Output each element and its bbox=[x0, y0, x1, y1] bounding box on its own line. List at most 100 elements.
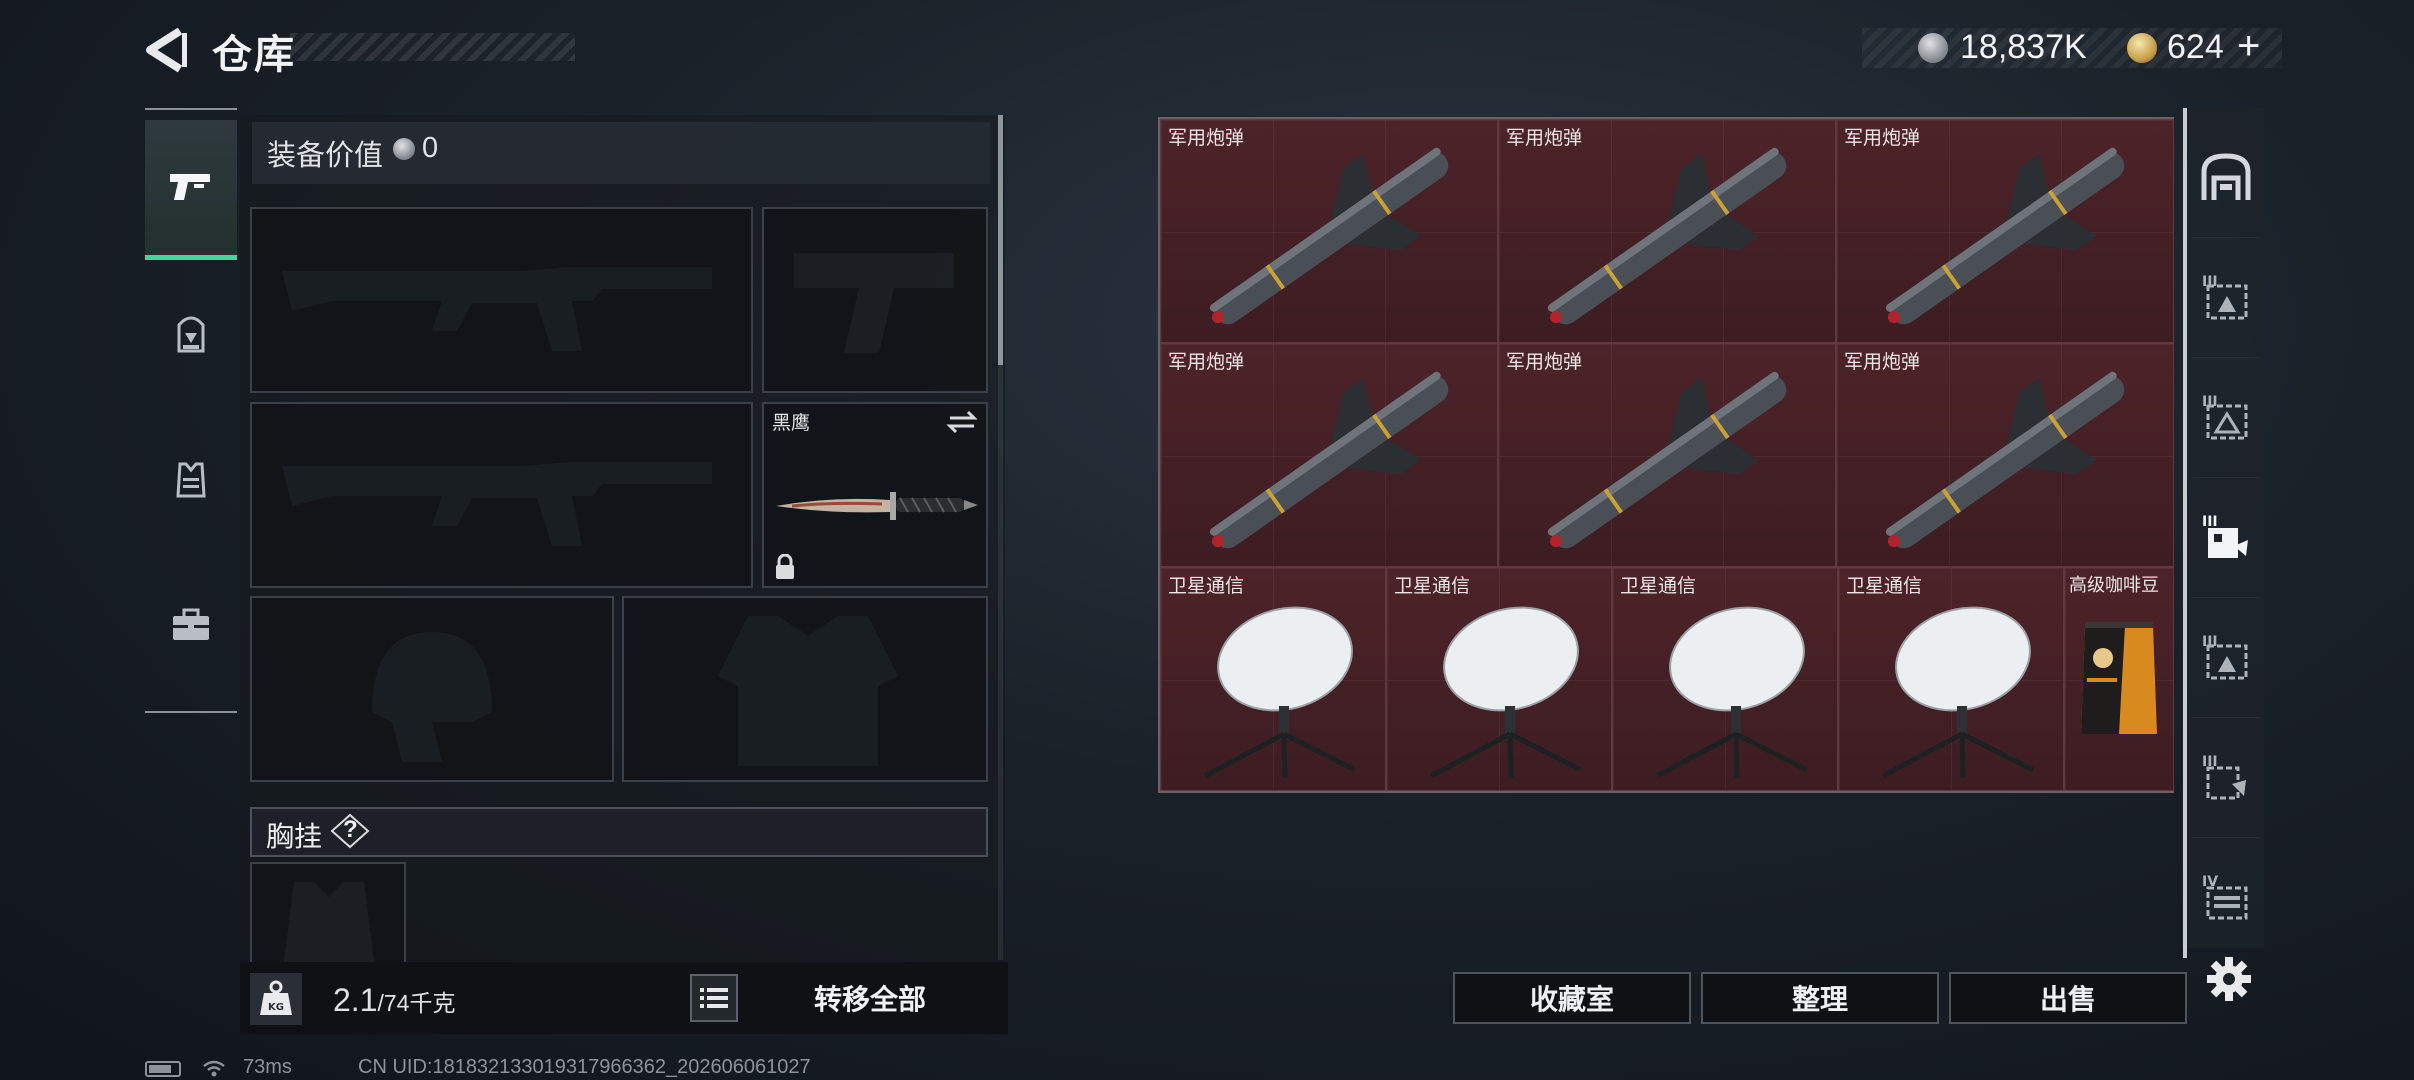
satellite-dish-icon bbox=[1203, 606, 1357, 779]
missile-icon bbox=[1209, 147, 1449, 325]
collection-room-button[interactable]: 收藏室 bbox=[1453, 972, 1691, 1024]
category-tier3-item[interactable]: III bbox=[2192, 718, 2260, 838]
category-scrollbar[interactable] bbox=[2183, 108, 2187, 958]
tab-backpack[interactable] bbox=[145, 265, 237, 405]
weight-current: 2.1 bbox=[333, 982, 378, 1018]
svg-text:III: III bbox=[2202, 394, 2218, 410]
helmet-slot[interactable] bbox=[250, 596, 614, 782]
satellite-dish-icon bbox=[1429, 606, 1583, 779]
weight-max: /74千克 bbox=[377, 990, 456, 1016]
storage-grid: 军用炮弹 军用炮弹 军用炮弹 军用炮弹 军用炮弹 军用炮弹 卫星通信 卫星通信 … bbox=[1158, 117, 2174, 793]
back-button[interactable] bbox=[140, 25, 190, 75]
armory-icon bbox=[2201, 152, 2251, 200]
pistol-slot[interactable] bbox=[762, 207, 988, 393]
battery-level bbox=[149, 1065, 171, 1073]
pistol-icon bbox=[170, 173, 210, 200]
swap-icon[interactable] bbox=[946, 408, 978, 436]
sell-button[interactable]: 出售 bbox=[1949, 972, 2187, 1024]
grid-item-missile[interactable]: 军用炮弹 bbox=[1498, 343, 1836, 567]
category-armory[interactable] bbox=[2192, 118, 2260, 238]
knife-icon bbox=[776, 492, 978, 520]
satellite-dish-icon bbox=[1881, 606, 2035, 779]
item-name: 高级咖啡豆 bbox=[2069, 575, 2159, 595]
grid-item-missile[interactable]: 军用炮弹 bbox=[1498, 119, 1836, 343]
category-tier3-gear[interactable]: III bbox=[2192, 478, 2260, 598]
lock-icon bbox=[776, 554, 794, 579]
help-icon[interactable]: ? bbox=[330, 813, 370, 849]
list-view-button[interactable] bbox=[690, 974, 738, 1022]
weight-readout: 2.1/74千克 bbox=[333, 982, 455, 1019]
list-icon bbox=[700, 988, 728, 1008]
category-tier3-case-2[interactable]: III bbox=[2192, 598, 2260, 718]
primary-weapon-slot[interactable] bbox=[250, 207, 753, 393]
grid-item-satellite[interactable]: 卫星通信 bbox=[1160, 567, 1386, 791]
missile-icon bbox=[1547, 147, 1787, 325]
tier3-item-icon: III bbox=[2202, 754, 2246, 799]
coin-icon bbox=[393, 138, 415, 160]
category-tier3-case[interactable]: III bbox=[2192, 238, 2260, 358]
page-title: 仓库 bbox=[212, 33, 296, 77]
chest-rig-label: 胸挂 bbox=[266, 821, 323, 852]
tier3-case-icon: III bbox=[2202, 634, 2248, 679]
satellite-dish-icon bbox=[1655, 606, 1809, 779]
grid-item-missile[interactable]: 军用炮弹 bbox=[1836, 119, 2174, 343]
grid-item-satellite[interactable]: 卫星通信 bbox=[1612, 567, 1838, 791]
settings-button[interactable] bbox=[2205, 955, 2253, 1003]
vest-icon bbox=[176, 462, 206, 498]
help-label: ? bbox=[343, 816, 358, 843]
grid-item-satellite[interactable]: 卫星通信 bbox=[1838, 567, 2064, 791]
armor-silhouette-icon bbox=[718, 616, 898, 766]
chest-rig-silhouette-icon bbox=[284, 882, 374, 962]
tab-case[interactable] bbox=[145, 555, 237, 695]
armor-slot[interactable] bbox=[622, 596, 988, 782]
backpack-icon bbox=[177, 316, 205, 353]
tier3-bag-icon: III bbox=[2202, 394, 2248, 439]
rifle-silhouette-icon bbox=[282, 462, 712, 546]
equipment-tabs bbox=[145, 108, 237, 713]
equipment-value: 0 bbox=[422, 132, 439, 164]
premium-coin-icon bbox=[2127, 33, 2157, 63]
chest-rig-slot[interactable] bbox=[250, 862, 406, 962]
category-tier3-bag[interactable]: III bbox=[2192, 358, 2260, 478]
transfer-all-button[interactable]: 转移全部 bbox=[745, 972, 995, 1024]
category-tier4-storage[interactable]: IV bbox=[2192, 838, 2260, 958]
grid-item-coffee[interactable]: 高级咖啡豆 bbox=[2064, 567, 2174, 791]
grid-item-satellite[interactable]: 卫星通信 bbox=[1386, 567, 1612, 791]
weight-button[interactable]: KG bbox=[250, 973, 302, 1025]
ping-text: 73ms bbox=[243, 1056, 292, 1078]
coin-icon bbox=[1918, 33, 1948, 63]
equipment-scrollbar-thumb[interactable] bbox=[998, 115, 1003, 365]
tier3-gear-icon: III bbox=[2202, 514, 2248, 558]
melee-slot[interactable]: 黑鹰 bbox=[762, 402, 988, 588]
tier4-storage-icon: IV bbox=[2202, 874, 2248, 920]
svg-text:KG: KG bbox=[268, 1002, 284, 1013]
grid-item-missile[interactable]: 军用炮弹 bbox=[1160, 119, 1498, 343]
tab-weapons[interactable] bbox=[145, 120, 237, 260]
missile-icon bbox=[1885, 147, 2125, 325]
rifle-silhouette-icon bbox=[282, 267, 712, 351]
briefcase-icon bbox=[173, 608, 209, 640]
tab-vest[interactable] bbox=[145, 410, 237, 550]
grid-item-missile[interactable]: 军用炮弹 bbox=[1160, 343, 1498, 567]
missile-icon bbox=[1547, 371, 1787, 549]
gear-icon bbox=[2207, 957, 2251, 1001]
tier3-case-icon: III bbox=[2202, 274, 2248, 319]
add-currency-button[interactable]: + bbox=[2237, 24, 2260, 69]
secondary-weapon-slot[interactable] bbox=[250, 402, 753, 588]
helmet-silhouette-icon bbox=[372, 632, 492, 762]
coffee-bag-icon bbox=[2081, 622, 2157, 734]
svg-text:III: III bbox=[2202, 514, 2218, 530]
weight-icon: KG bbox=[260, 980, 292, 1015]
uid-text: CN UID:18183213301931796636​2_2026060610… bbox=[358, 1056, 811, 1078]
organize-button[interactable]: 整理 bbox=[1701, 972, 1939, 1024]
melee-name: 黑鹰 bbox=[772, 413, 811, 434]
currency-secondary: 624 bbox=[2167, 28, 2224, 66]
title-stripe bbox=[290, 33, 575, 61]
currency-primary: 18,837K bbox=[1960, 28, 2087, 66]
svg-text:III: III bbox=[2202, 274, 2218, 290]
pistol-silhouette-icon bbox=[794, 253, 954, 353]
grid-item-missile[interactable]: 军用炮弹 bbox=[1836, 343, 2174, 567]
missile-icon bbox=[1885, 371, 2125, 549]
svg-text:III: III bbox=[2202, 634, 2218, 650]
missile-icon bbox=[1209, 371, 1449, 549]
